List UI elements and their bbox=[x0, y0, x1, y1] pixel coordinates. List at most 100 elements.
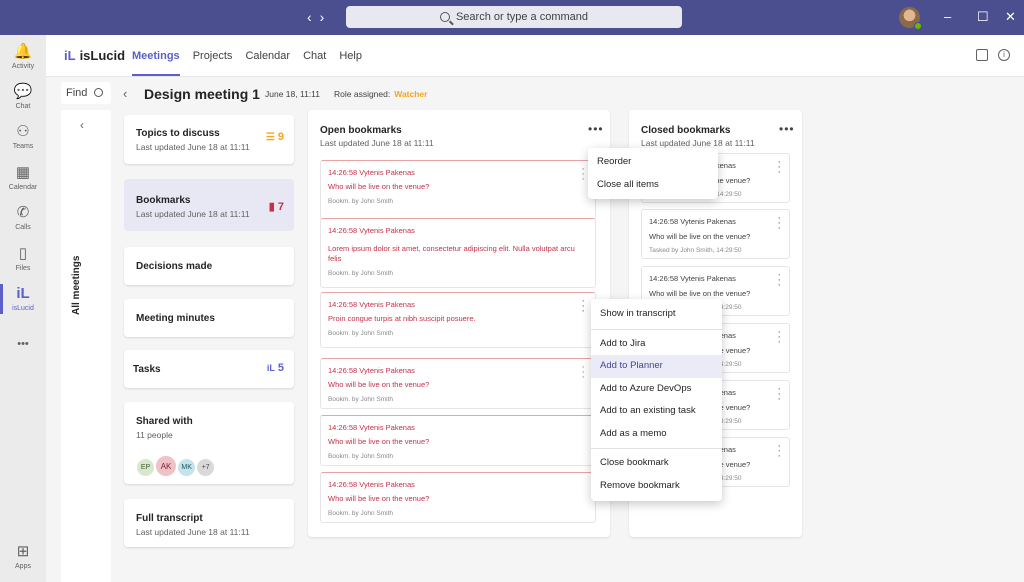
bookmark-item[interactable]: 14:26:58 Vytenis Pakenas Lorem ipsum dol… bbox=[320, 218, 596, 288]
bookmark-header: 14:26:58 Vytenis Pakenas bbox=[649, 217, 736, 226]
global-search[interactable]: Search or type a command bbox=[346, 6, 682, 28]
bookmark-item[interactable]: 14:26:58 Vytenis Pakenas Proin congue tu… bbox=[320, 292, 596, 348]
forward-arrow-icon[interactable]: › bbox=[320, 9, 333, 25]
bookmark-text: Who will be live on the venue? bbox=[328, 494, 430, 503]
meeting-date: June 18, 11:11 bbox=[265, 89, 320, 99]
rail-item-teams[interactable]: ⚇ Teams bbox=[0, 124, 46, 151]
islucid-logo-icon: iL bbox=[64, 48, 76, 63]
card-topics[interactable]: Topics to discuss Last updated June 18 a… bbox=[124, 115, 294, 164]
islucid-icon: iL bbox=[16, 285, 30, 302]
tab-projects[interactable]: Projects bbox=[193, 50, 233, 76]
rail-item-chat[interactable]: 💬 Chat bbox=[0, 84, 46, 111]
bookmark-header: 14:26:58 Vytenis Pakenas bbox=[328, 226, 415, 235]
item-more-icon[interactable]: · · · bbox=[777, 270, 781, 291]
bookmark-item[interactable]: 14:26:58 Vytenis Pakenas Who will be liv… bbox=[320, 415, 596, 466]
app-header: iL isLucid Meetings Projects Calendar Cha… bbox=[46, 35, 1024, 77]
phone-icon: ✆ bbox=[16, 204, 30, 221]
rail-item-calls[interactable]: ✆ Calls bbox=[0, 204, 46, 232]
menu-item-close-bookmark[interactable]: Close bookmark bbox=[591, 452, 722, 475]
role-assigned: Role assigned: Watcher bbox=[334, 89, 427, 99]
apps-icon: ⊞ bbox=[16, 543, 30, 560]
menu-item-remove-bookmark[interactable]: Remove bookmark bbox=[591, 475, 722, 498]
closed-bookmark-item[interactable]: 14:26:58 Vytenis Pakenas Who will be liv… bbox=[641, 209, 790, 259]
item-more-icon[interactable]: · · · bbox=[581, 164, 585, 185]
bookmark-text: Who will be live on the venue? bbox=[328, 182, 430, 191]
bookmark-item[interactable]: 14:26:58 Vytenis Pakenas Who will be liv… bbox=[320, 160, 596, 220]
card-shared-with[interactable]: Shared with 11 people EP AK MK +7 bbox=[124, 402, 294, 484]
item-more-icon[interactable]: · · · bbox=[777, 157, 781, 178]
menu-item-add-as-memo[interactable]: Add as a memo bbox=[591, 423, 722, 446]
menu-divider bbox=[591, 328, 722, 330]
app-tabs: Meetings Projects Calendar Chat Help bbox=[132, 50, 362, 76]
calendar-icon: ▦ bbox=[15, 164, 31, 181]
menu-item-add-to-existing-task[interactable]: Add to an existing task bbox=[591, 400, 722, 423]
back-chevron-icon[interactable]: ‹ bbox=[123, 86, 127, 101]
rail-item-apps[interactable]: ⊞ Apps bbox=[0, 543, 46, 571]
item-more-icon[interactable]: · · · bbox=[777, 213, 781, 234]
bookmark-text: Who will be live on the venue? bbox=[328, 437, 430, 446]
card-subtitle: Last updated June 18 at 11:11 bbox=[136, 527, 250, 537]
card-bookmarks[interactable]: Bookmarks Last updated June 18 at 11:11 … bbox=[124, 179, 294, 231]
menu-item-add-to-jira[interactable]: Add to Jira bbox=[591, 333, 722, 356]
search-icon bbox=[94, 88, 103, 97]
more-options-icon[interactable]: ••• bbox=[779, 122, 795, 136]
item-more-icon[interactable]: · · · bbox=[581, 296, 585, 317]
more-options-icon[interactable]: ••• bbox=[588, 122, 604, 136]
collapse-chevron-icon[interactable]: ‹ bbox=[80, 118, 84, 132]
item-more-icon[interactable]: · · · bbox=[777, 441, 781, 462]
card-full-transcript[interactable]: Full transcript Last updated June 18 at … bbox=[124, 499, 294, 547]
rail-item-calendar[interactable]: ▦ Calendar bbox=[0, 164, 46, 192]
avatar[interactable]: MK bbox=[177, 457, 197, 477]
back-arrow-icon[interactable]: ‹ bbox=[307, 9, 320, 25]
card-title: Shared with bbox=[136, 416, 193, 427]
menu-item-reorder[interactable]: Reorder bbox=[588, 151, 718, 174]
avatar-overflow[interactable]: +7 bbox=[196, 457, 216, 477]
app-logo: iL isLucid bbox=[64, 48, 125, 63]
item-more-icon[interactable]: · · · bbox=[777, 327, 781, 348]
card-decisions[interactable]: Decisions made bbox=[124, 247, 294, 285]
rail-item-activity[interactable]: 🔔 Activity bbox=[0, 44, 46, 71]
maximize-button[interactable]: ☐ bbox=[977, 9, 989, 25]
bookmark-header: 14:26:58 Vytenis Pakenas bbox=[328, 300, 415, 309]
menu-item-add-to-azure-devops[interactable]: Add to Azure DevOps bbox=[591, 378, 722, 401]
bookmark-item[interactable]: 14:26:58 Vytenis Pakenas Who will be liv… bbox=[320, 472, 596, 523]
bookmark-header: 14:26:58 Vytenis Pakenas bbox=[328, 423, 415, 432]
bookmark-footer: Bookm. by John Smith bbox=[328, 396, 394, 403]
presence-available-icon bbox=[914, 22, 922, 30]
tab-help[interactable]: Help bbox=[339, 50, 362, 76]
menu-item-add-to-planner[interactable]: Add to Planner bbox=[591, 355, 722, 378]
close-button[interactable]: ✕ bbox=[1005, 9, 1016, 25]
all-meetings-panel[interactable]: ‹ All meetings bbox=[61, 110, 111, 582]
user-avatar[interactable] bbox=[899, 7, 922, 30]
tab-calendar[interactable]: Calendar bbox=[245, 50, 290, 76]
bookmarks-count-badge: ▮ 7 bbox=[269, 200, 284, 213]
card-title: Topics to discuss bbox=[136, 128, 220, 139]
avatar[interactable]: EP bbox=[136, 457, 155, 477]
title-bar: ‹› Search or type a command – ☐ ✕ bbox=[0, 0, 1024, 35]
avatar[interactable]: AK bbox=[155, 455, 178, 477]
bookmark-text: Lorem ipsum dolor sit amet, consectetur … bbox=[328, 244, 575, 263]
tab-chat[interactable]: Chat bbox=[303, 50, 326, 76]
bookmark-footer: Bookm. by John Smith bbox=[328, 453, 394, 460]
item-more-icon[interactable]: · · · bbox=[581, 362, 585, 383]
rail-item-files[interactable]: ▯ Files bbox=[0, 246, 46, 273]
info-icon[interactable]: i bbox=[998, 49, 1010, 61]
bookmark-text: Proin congue turpis at nibh suscipit pos… bbox=[328, 314, 476, 323]
card-tasks[interactable]: Tasks iL 5 bbox=[124, 350, 294, 388]
panel-subtitle: Last updated June 18 at 11:11 bbox=[641, 138, 755, 148]
tasks-count: 5 bbox=[277, 362, 284, 374]
card-title: Meeting minutes bbox=[136, 313, 215, 324]
bookmark-item[interactable]: 14:26:58 Vytenis Pakenas Who will be liv… bbox=[320, 358, 596, 409]
item-more-icon[interactable]: · · · bbox=[777, 384, 781, 405]
minimize-button[interactable]: – bbox=[944, 9, 951, 24]
panel-title: Open bookmarks bbox=[320, 125, 402, 136]
menu-item-close-all[interactable]: Close all items bbox=[588, 174, 718, 197]
popout-icon[interactable] bbox=[976, 49, 988, 61]
card-minutes[interactable]: Meeting minutes bbox=[124, 299, 294, 337]
topics-count: 9 bbox=[277, 131, 284, 143]
menu-item-show-in-transcript[interactable]: Show in transcript bbox=[591, 303, 722, 326]
find-input[interactable]: Find bbox=[61, 82, 111, 104]
tab-meetings[interactable]: Meetings bbox=[132, 50, 180, 76]
rail-item-islucid[interactable]: iL isLucid bbox=[0, 284, 46, 314]
more-apps-button[interactable]: ••• bbox=[0, 338, 46, 350]
